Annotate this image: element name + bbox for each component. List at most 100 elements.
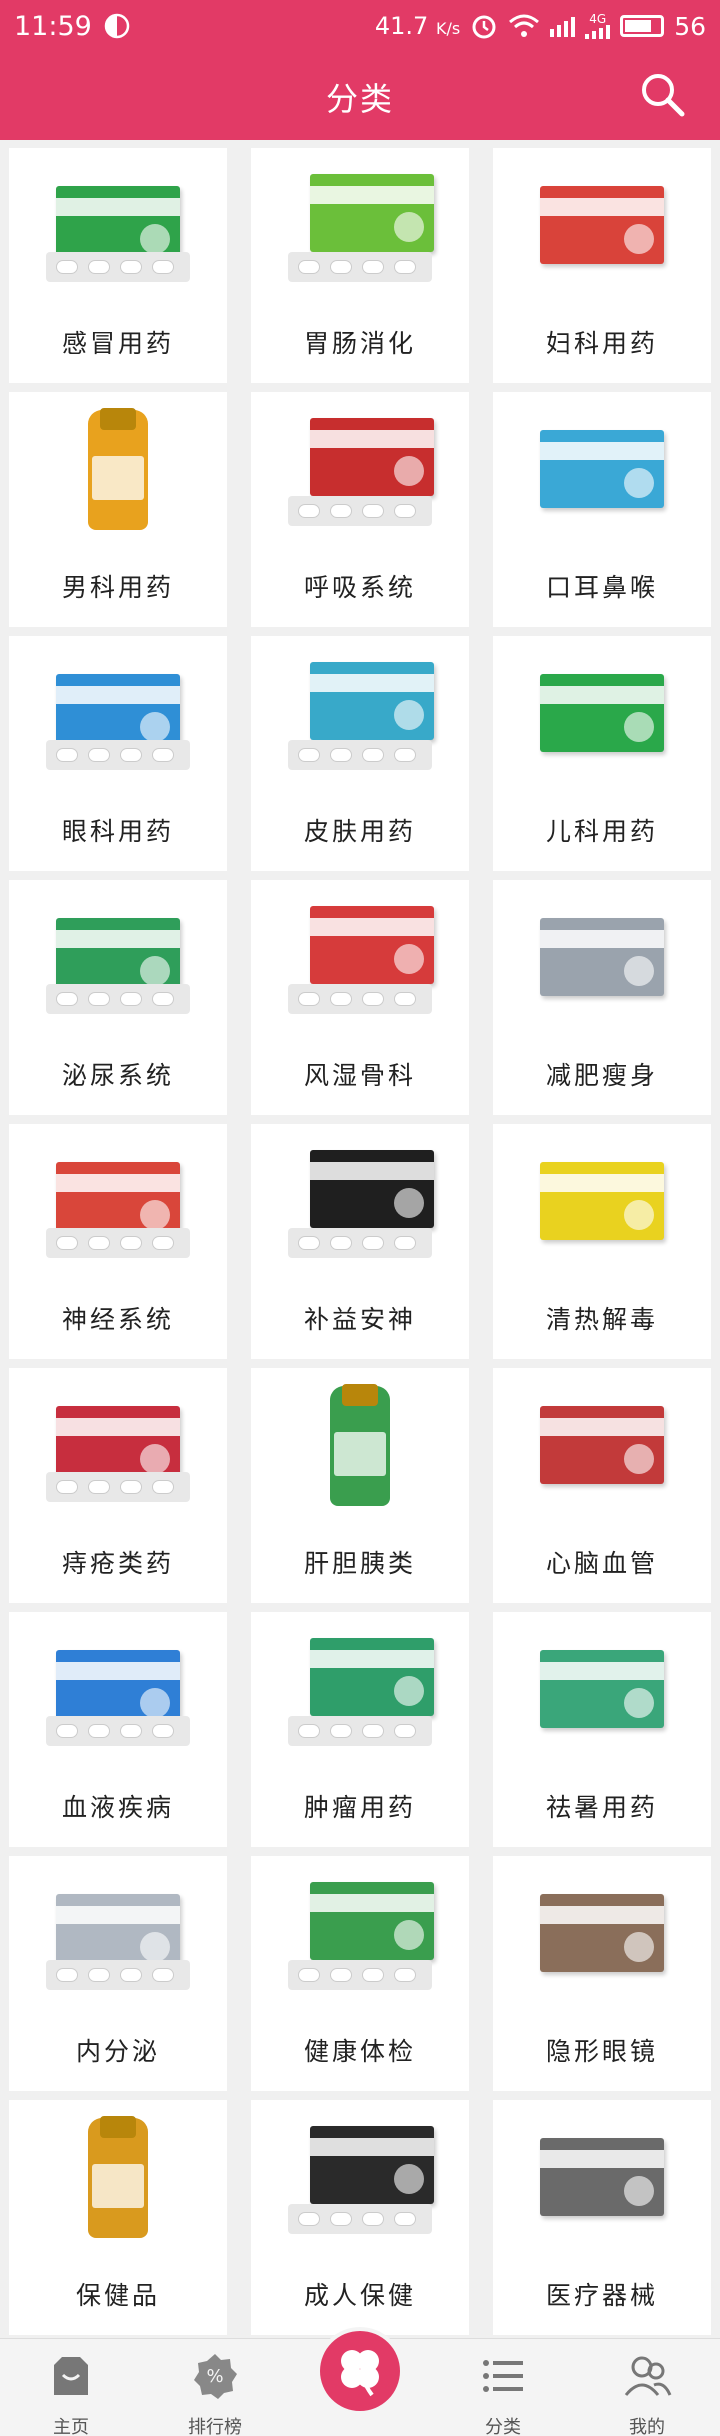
category-label: 妇科用药	[545, 329, 658, 358]
category-label: 风湿骨科	[303, 1061, 416, 1090]
category-card[interactable]: 妇科用药	[493, 148, 711, 383]
category-card[interactable]: 痔疮类药	[9, 1368, 227, 1603]
category-product-image	[38, 1620, 198, 1760]
category-product-image	[280, 1620, 440, 1760]
list-icon	[483, 2360, 523, 2392]
tab-category-label: 分类	[485, 2417, 521, 2436]
category-product-image	[522, 2108, 682, 2248]
ranking-icon: %	[194, 2354, 237, 2399]
status-left: 11:59	[14, 11, 130, 42]
category-label: 呼吸系统	[303, 573, 416, 602]
category-card[interactable]: 感冒用药	[9, 148, 227, 383]
category-card[interactable]: 风湿骨科	[251, 880, 469, 1115]
category-product-image	[522, 1620, 682, 1760]
category-card[interactable]: 皮肤用药	[251, 636, 469, 871]
category-card[interactable]: 保健品	[9, 2100, 227, 2335]
category-product-image	[280, 400, 440, 540]
network-speed: 41.7 K/s	[374, 12, 461, 40]
category-product-image	[280, 888, 440, 1028]
category-label: 神经系统	[61, 1305, 174, 1334]
category-label: 感冒用药	[61, 329, 174, 358]
category-card[interactable]: 清热解毒	[493, 1124, 711, 1359]
category-label: 心脑血管	[545, 1549, 658, 1578]
category-label: 泌尿系统	[61, 1061, 174, 1090]
category-label: 皮肤用药	[303, 817, 416, 846]
category-label: 眼科用药	[61, 817, 174, 846]
category-card[interactable]: 祛暑用药	[493, 1612, 711, 1847]
category-product-image	[38, 1376, 198, 1516]
tab-ranking[interactable]: % 排行榜	[160, 2351, 270, 2436]
category-product-image	[280, 644, 440, 784]
app-header: 分类	[0, 52, 720, 140]
category-card[interactable]: 健康体检	[251, 1856, 469, 2091]
wifi-icon	[509, 14, 540, 37]
category-card[interactable]: 医疗器械	[493, 2100, 711, 2335]
category-card[interactable]: 内分泌	[9, 1856, 227, 2091]
status-bar: 11:59 41.7 K/s 4G 56	[0, 0, 720, 52]
category-card[interactable]: 肝胆胰类	[251, 1368, 469, 1603]
category-product-image	[522, 156, 682, 296]
category-card[interactable]: 补益安神	[251, 1124, 469, 1359]
category-card[interactable]: 心脑血管	[493, 1368, 711, 1603]
tab-category[interactable]: 分类	[448, 2351, 558, 2436]
category-card[interactable]: 口耳鼻喉	[493, 392, 711, 627]
category-product-image	[38, 888, 198, 1028]
tab-mine[interactable]: 我的	[592, 2351, 702, 2436]
category-label: 痔疮类药	[61, 1549, 174, 1578]
clover-icon	[341, 2350, 379, 2397]
category-label: 肝胆胰类	[303, 1549, 416, 1578]
category-label: 儿科用药	[545, 817, 658, 846]
signal-icon	[550, 15, 576, 37]
category-card[interactable]: 成人保健	[251, 2100, 469, 2335]
search-icon	[642, 74, 685, 117]
category-product-image	[280, 1132, 440, 1272]
category-card[interactable]: 神经系统	[9, 1124, 227, 1359]
category-card[interactable]: 泌尿系统	[9, 880, 227, 1115]
svg-text:%: %	[206, 2366, 223, 2387]
category-label: 成人保健	[303, 2281, 416, 2310]
tab-mine-label: 我的	[629, 2417, 665, 2436]
category-product-image	[38, 156, 198, 296]
category-card[interactable]: 血液疾病	[9, 1612, 227, 1847]
tab-home[interactable]: 主页	[16, 2351, 126, 2436]
category-product-image	[38, 644, 198, 784]
search-button[interactable]	[636, 68, 690, 122]
tab-center-button[interactable]	[320, 2331, 400, 2411]
category-label: 清热解毒	[545, 1305, 658, 1334]
category-card[interactable]: 眼科用药	[9, 636, 227, 871]
category-card[interactable]: 胃肠消化	[251, 148, 469, 383]
category-product-image	[280, 156, 440, 296]
category-label: 减肥瘦身	[545, 1061, 658, 1090]
category-product-image	[522, 888, 682, 1028]
category-product-image	[522, 1132, 682, 1272]
status-time: 11:59	[14, 10, 92, 42]
page-title: 分类	[325, 80, 394, 118]
category-label: 男科用药	[61, 573, 174, 602]
category-label: 医疗器械	[545, 2281, 658, 2310]
category-label: 血液疾病	[61, 1793, 174, 1822]
category-product-image	[522, 1864, 682, 2004]
network-type: 4G	[585, 13, 611, 39]
category-card[interactable]: 肿瘤用药	[251, 1612, 469, 1847]
category-card[interactable]: 呼吸系统	[251, 392, 469, 627]
category-card[interactable]: 男科用药	[9, 392, 227, 627]
category-label: 肿瘤用药	[303, 1793, 416, 1822]
category-label: 口耳鼻喉	[545, 573, 658, 602]
tab-home-label: 主页	[53, 2417, 89, 2436]
category-label: 保健品	[75, 2281, 160, 2310]
category-label: 祛暑用药	[545, 1793, 658, 1822]
category-page: 11:59 41.7 K/s 4G 56 分类 感冒用药 胃肠消化 妇科用药 男…	[0, 0, 720, 2436]
category-label: 补益安神	[303, 1305, 416, 1334]
category-grid: 感冒用药 胃肠消化 妇科用药男科用药 呼吸系统 口耳鼻喉眼科用药 皮肤用药 儿科用药泌尿系统…	[9, 148, 711, 2335]
category-product-image	[38, 1132, 198, 1272]
category-card[interactable]: 儿科用药	[493, 636, 711, 871]
signal-2-icon	[585, 25, 611, 39]
category-card[interactable]: 减肥瘦身	[493, 880, 711, 1115]
home-icon	[54, 2357, 88, 2395]
battery-level: 56	[674, 11, 706, 41]
category-card[interactable]: 隐形眼镜	[493, 1856, 711, 2091]
category-product-image	[38, 400, 198, 540]
user-icon	[624, 2356, 672, 2396]
category-label: 健康体检	[303, 2037, 416, 2066]
category-label: 隐形眼镜	[545, 2037, 658, 2066]
